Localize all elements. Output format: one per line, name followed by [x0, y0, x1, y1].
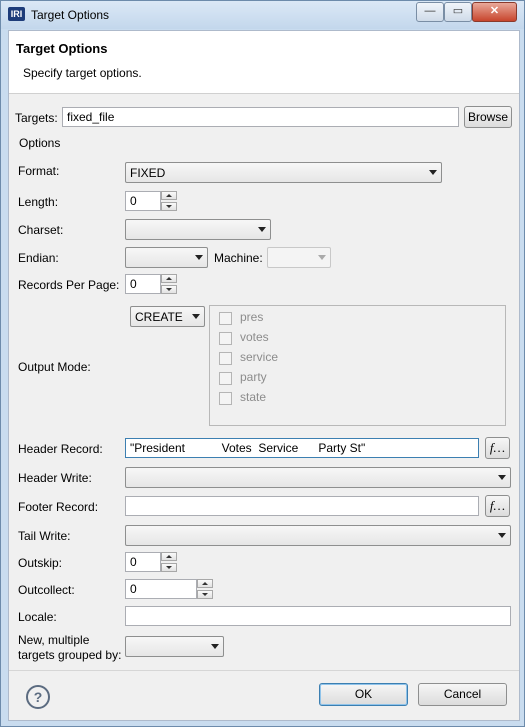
spin-down-icon[interactable] [197, 590, 213, 599]
footer-separator [9, 670, 519, 671]
maximize-button[interactable]: ▭ [444, 2, 472, 22]
targets-label: Targets: [15, 111, 58, 125]
spin-up-icon[interactable] [197, 579, 213, 588]
checkbox-label: party [240, 370, 267, 384]
records-per-page-label: Records Per Page: [18, 278, 120, 292]
checkbox[interactable] [219, 372, 232, 385]
spin-down-icon[interactable] [161, 285, 177, 294]
endian-label: Endian: [18, 251, 59, 265]
outskip-label: Outskip: [18, 556, 63, 570]
header-record-label: Header Record: [18, 442, 103, 456]
length-stepper[interactable] [161, 191, 177, 211]
outskip-stepper[interactable] [161, 552, 177, 572]
format-select[interactable]: FIXED [125, 162, 442, 183]
output-fields-group: pres votes service party state [209, 305, 506, 426]
targets-input[interactable]: fixed_file [62, 107, 459, 127]
charset-select[interactable] [125, 219, 271, 240]
function-button[interactable]: f… [485, 495, 510, 517]
footer-record-label: Footer Record: [18, 500, 99, 514]
checkbox[interactable] [219, 332, 232, 345]
grouped-by-label-line2: targets grouped by: [18, 648, 122, 662]
spin-up-icon[interactable] [161, 552, 177, 561]
cancel-button[interactable]: Cancel [418, 683, 507, 706]
checkbox-label: pres [240, 310, 264, 324]
tail-write-label: Tail Write: [18, 529, 71, 543]
banner-title: Target Options [16, 41, 108, 56]
checkbox-label: votes [240, 330, 269, 344]
chevron-down-icon [498, 533, 506, 538]
chevron-down-icon [192, 314, 200, 319]
output-mode-label: Output Mode: [18, 360, 91, 374]
window-title: Target Options [31, 8, 110, 22]
options-group-title: Options [19, 136, 61, 150]
function-button[interactable]: f… [485, 437, 510, 459]
tail-write-select[interactable] [125, 525, 511, 546]
header-record-input[interactable]: "President Votes Service Party St" [125, 438, 479, 458]
checkbox[interactable] [219, 352, 232, 365]
header-write-select[interactable] [125, 467, 511, 488]
grouped-by-select[interactable] [125, 636, 224, 657]
header-banner: Target Options Specify target options. [9, 31, 519, 94]
spin-up-icon[interactable] [161, 274, 177, 283]
locale-label: Locale: [18, 610, 57, 624]
outcollect-stepper[interactable] [197, 579, 213, 599]
spin-down-icon[interactable] [161, 202, 177, 211]
checkbox[interactable] [219, 312, 232, 325]
browse-button[interactable]: Browse [464, 106, 512, 128]
iri-logo-icon: IRI [8, 7, 25, 21]
chevron-down-icon [211, 644, 219, 649]
header-write-label: Header Write: [18, 471, 92, 485]
output-mode-value: CREATE [135, 310, 183, 324]
outcollect-label: Outcollect: [18, 583, 75, 597]
spin-up-icon[interactable] [161, 191, 177, 200]
output-mode-select[interactable]: CREATE [130, 306, 205, 327]
outskip-input[interactable]: 0 [125, 552, 161, 572]
length-label: Length: [18, 195, 59, 209]
format-label: Format: [18, 164, 60, 178]
machine-select [267, 247, 331, 268]
close-button[interactable]: ✕ [472, 2, 517, 22]
checkbox-label: service [240, 350, 279, 364]
grouped-by-label-line1: New, multiple [18, 633, 90, 647]
outcollect-input[interactable]: 0 [125, 579, 197, 599]
dialog-content: Target Options Specify target options. T… [8, 30, 520, 721]
checkbox-label: state [240, 390, 267, 404]
endian-select[interactable] [125, 247, 208, 268]
records-per-page-input[interactable]: 0 [125, 274, 161, 294]
format-value: FIXED [130, 166, 166, 180]
dialog-window: IRI Target Options — ▭ ✕ Target Options … [0, 0, 525, 727]
chevron-down-icon [429, 170, 437, 175]
spin-down-icon[interactable] [161, 563, 177, 572]
chevron-down-icon [195, 255, 203, 260]
chevron-down-icon [318, 255, 326, 260]
banner-description: Specify target options. [23, 66, 142, 80]
records-per-page-stepper[interactable] [161, 274, 177, 294]
chevron-down-icon [498, 475, 506, 480]
locale-input[interactable] [125, 606, 511, 626]
help-circle-icon[interactable]: ? [26, 685, 50, 709]
title-bar[interactable]: IRI Target Options — ▭ ✕ [1, 1, 524, 29]
ok-button[interactable]: OK [319, 683, 408, 706]
length-input[interactable]: 0 [125, 191, 161, 211]
chevron-down-icon [258, 227, 266, 232]
machine-label: Machine: [214, 251, 263, 265]
charset-label: Charset: [18, 223, 64, 237]
footer-record-input[interactable] [125, 496, 479, 516]
minimize-button[interactable]: — [416, 2, 444, 22]
checkbox[interactable] [219, 392, 232, 405]
